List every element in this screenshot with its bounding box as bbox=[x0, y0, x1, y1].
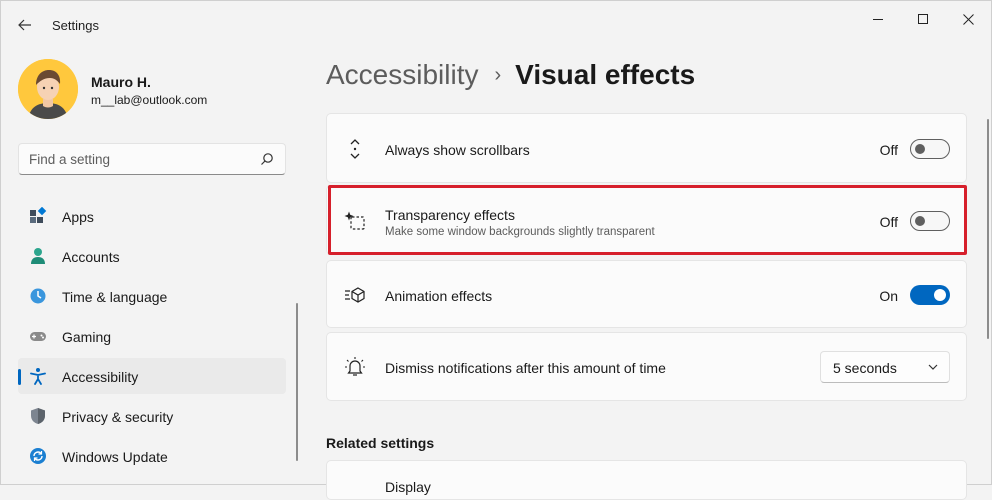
dropdown-value: 5 seconds bbox=[833, 360, 897, 376]
back-arrow-icon bbox=[18, 19, 31, 31]
user-email: m__lab@outlook.com bbox=[91, 93, 208, 107]
related-setting-title: Display bbox=[385, 479, 431, 495]
sidebar-item-gaming[interactable]: Gaming bbox=[18, 318, 286, 354]
sidebar-item-windows-update[interactable]: Windows Update bbox=[18, 438, 286, 474]
scrollbars-toggle[interactable] bbox=[910, 139, 950, 159]
back-button[interactable] bbox=[11, 11, 39, 39]
notification-bell-icon bbox=[345, 357, 365, 376]
chevron-down-icon bbox=[928, 364, 938, 370]
avatar[interactable] bbox=[18, 59, 78, 119]
accounts-icon bbox=[31, 248, 45, 264]
accessibility-icon bbox=[30, 368, 46, 385]
setting-card-notifications: Dismiss notifications after this amount … bbox=[326, 332, 967, 401]
user-name: Mauro H. bbox=[91, 74, 151, 90]
related-setting-card[interactable]: Display bbox=[326, 460, 967, 500]
related-settings-heading: Related settings bbox=[326, 435, 435, 451]
breadcrumb-separator: › bbox=[494, 64, 502, 86]
minimize-icon bbox=[872, 18, 883, 20]
gaming-icon bbox=[30, 332, 46, 341]
sidebar-item-label: Gaming bbox=[62, 329, 112, 345]
animation-toggle[interactable] bbox=[910, 285, 950, 305]
toggle-state-label: Off bbox=[879, 142, 898, 158]
breadcrumb-parent-link[interactable]: Accessibility bbox=[326, 59, 478, 90]
page-title: Visual effects bbox=[515, 59, 696, 90]
card-icon-wrap bbox=[344, 138, 366, 160]
sidebar-item-apps[interactable]: Apps bbox=[18, 198, 286, 234]
windows-update-icon bbox=[30, 448, 46, 464]
apps-icon bbox=[30, 207, 47, 223]
animation-icon bbox=[345, 287, 365, 303]
sidebar-item-label: Accessibility bbox=[62, 369, 139, 385]
setting-card-scrollbars: Always show scrollbars Off bbox=[326, 113, 967, 183]
sidebar-item-label: Privacy & security bbox=[62, 409, 174, 425]
setting-card-animation: Animation effects On bbox=[326, 260, 967, 328]
app-title: Settings bbox=[52, 18, 99, 33]
sidebar-item-label: Windows Update bbox=[62, 449, 168, 465]
sidebar-item-accessibility[interactable]: Accessibility bbox=[18, 358, 286, 394]
settings-window: Settings Mauro H. m__lab@outlook.com App… bbox=[0, 0, 992, 500]
sidebar-item-time-language[interactable]: Time & language bbox=[18, 278, 286, 314]
breadcrumb: Accessibility › Visual effects bbox=[326, 59, 695, 99]
search-icon[interactable] bbox=[260, 152, 274, 166]
privacy-shield-icon bbox=[31, 408, 45, 424]
maximize-icon bbox=[917, 13, 928, 24]
card-icon-wrap bbox=[344, 284, 366, 306]
setting-title: Dismiss notifications after this amount … bbox=[385, 360, 666, 376]
sidebar-item-label: Time & language bbox=[62, 289, 168, 305]
card-icon-wrap bbox=[344, 356, 366, 378]
setting-title: Always show scrollbars bbox=[385, 142, 530, 158]
selection-indicator bbox=[18, 369, 21, 385]
toggle-knob bbox=[915, 144, 925, 154]
setting-title: Animation effects bbox=[385, 288, 493, 304]
sidebar-item-privacy-security[interactable]: Privacy & security bbox=[18, 398, 286, 434]
sidebar-item-label: Apps bbox=[62, 209, 94, 225]
scrollbars-icon bbox=[350, 139, 360, 159]
main-scrollbar[interactable] bbox=[987, 119, 989, 339]
dismiss-time-dropdown[interactable]: 5 seconds bbox=[820, 351, 950, 383]
maximize-button[interactable] bbox=[900, 6, 946, 32]
title-bar: Settings bbox=[1, 1, 991, 49]
time-language-icon bbox=[30, 288, 46, 304]
sidebar-nav: Apps Accounts Time & language Gaming Acc… bbox=[18, 198, 286, 478]
sidebar-item-label: Accounts bbox=[62, 249, 120, 265]
close-button[interactable] bbox=[945, 6, 991, 32]
toggle-knob bbox=[934, 289, 946, 301]
close-icon bbox=[962, 13, 974, 25]
sidebar-scrollbar[interactable] bbox=[296, 303, 298, 461]
search-input[interactable] bbox=[29, 150, 249, 168]
highlight-annotation bbox=[328, 185, 967, 255]
sidebar-item-accounts[interactable]: Accounts bbox=[18, 238, 286, 274]
user-avatar-icon bbox=[18, 59, 78, 119]
search-box[interactable] bbox=[18, 143, 286, 175]
toggle-state-label: On bbox=[879, 288, 898, 304]
minimize-button[interactable] bbox=[855, 6, 901, 32]
